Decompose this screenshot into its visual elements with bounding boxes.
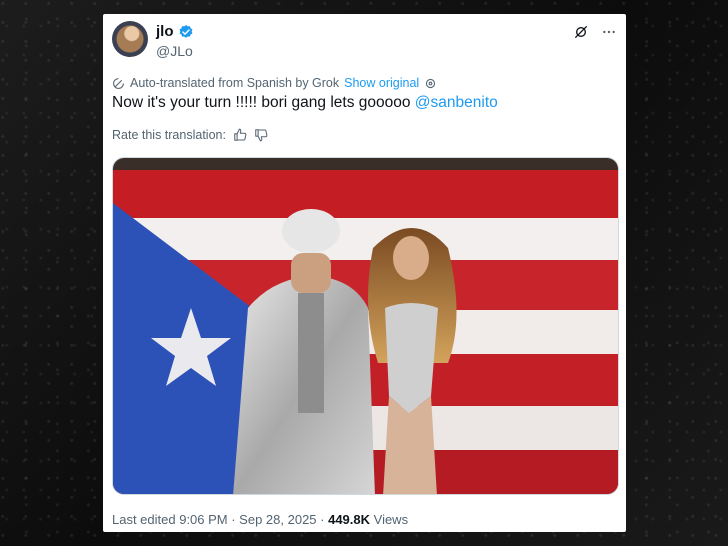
translation-notice: Auto-translated from Spanish by Grok Sho… bbox=[112, 76, 437, 90]
thumbs-down-icon[interactable] bbox=[254, 128, 268, 142]
avatar[interactable] bbox=[112, 21, 148, 57]
rate-translation-label: Rate this translation: bbox=[112, 128, 226, 142]
tweet-text: Now it's your turn !!!!! bori gang lets … bbox=[112, 94, 498, 112]
author-name[interactable]: jlo bbox=[156, 23, 174, 40]
author-name-row: jlo bbox=[156, 23, 194, 40]
views-label: Views bbox=[370, 512, 409, 527]
mention-link[interactable]: @sanbenito bbox=[415, 94, 498, 111]
grok-icon[interactable] bbox=[573, 24, 589, 40]
thumbs-up-icon[interactable] bbox=[233, 128, 247, 142]
tweet-card: jlo @JLo Auto-translated from Spanish by… bbox=[103, 14, 626, 532]
tweet-top-actions bbox=[573, 24, 617, 40]
rate-translation: Rate this translation: bbox=[112, 128, 268, 142]
tweet-meta: Last edited 9:06 PM · Sep 28, 2025 · 449… bbox=[112, 512, 408, 527]
views-count: 449.8K bbox=[328, 512, 371, 527]
more-options-icon[interactable] bbox=[601, 24, 617, 40]
tweet-photo[interactable] bbox=[112, 157, 619, 495]
translate-icon bbox=[113, 77, 124, 89]
show-original-link[interactable]: Show original bbox=[344, 76, 419, 90]
author-handle[interactable]: @JLo bbox=[156, 43, 193, 59]
photo-illustration bbox=[113, 158, 618, 494]
verified-badge-icon bbox=[179, 24, 192, 38]
translation-notice-text: Auto-translated from Spanish by Grok bbox=[130, 76, 340, 90]
edited-timestamp[interactable]: Last edited 9:06 PM · Sep 28, 2025 · bbox=[112, 512, 328, 527]
settings-icon[interactable] bbox=[424, 77, 437, 90]
tweet-text-body: Now it's your turn !!!!! bori gang lets … bbox=[112, 94, 411, 111]
